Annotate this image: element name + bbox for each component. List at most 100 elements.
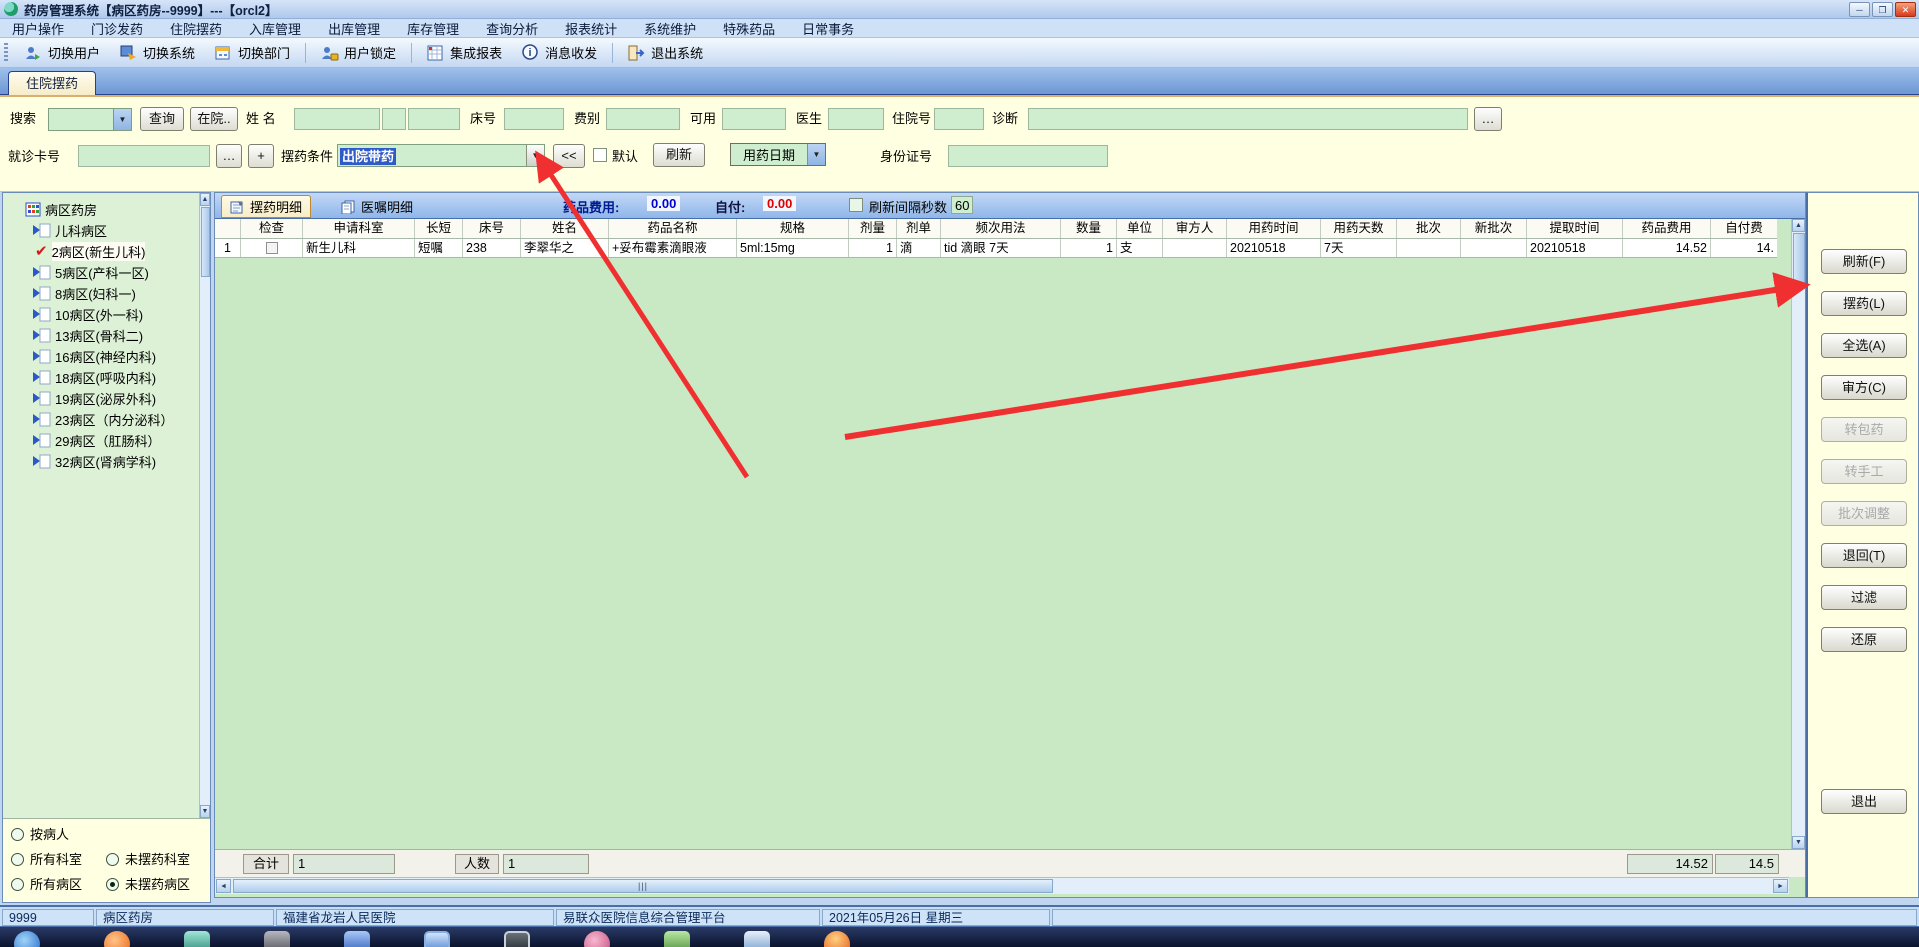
exit-button[interactable]: 退出 <box>1821 789 1907 814</box>
radio-all-wards[interactable] <box>11 878 24 891</box>
scroll-right-icon[interactable]: ► <box>1773 879 1788 893</box>
tab-dispense-detail[interactable]: 摆药明细 <box>221 195 312 218</box>
name-input-2[interactable] <box>382 108 406 130</box>
col-dose[interactable]: 剂量 <box>849 219 897 238</box>
tree-item-ward[interactable]: 32病区(肾病学科) <box>33 451 156 471</box>
menu-user-ops[interactable]: 用户操作 <box>12 19 64 38</box>
col-quantity[interactable]: 数量 <box>1061 219 1117 238</box>
col-reviewer[interactable]: 审方人 <box>1163 219 1227 238</box>
medication-date-arrow-icon[interactable]: ▼ <box>807 144 825 165</box>
diagnosis-input[interactable] <box>1028 108 1468 130</box>
dispense-button[interactable]: 摆药(L) <box>1821 291 1907 316</box>
collapse-button[interactable]: << <box>553 144 585 168</box>
horizontal-scrollbar[interactable]: ◄ ||| ► <box>215 877 1789 894</box>
radio-by-patient[interactable] <box>11 828 24 841</box>
col-new-batch[interactable]: 新批次 <box>1461 219 1527 238</box>
col-unit[interactable]: 单位 <box>1117 219 1163 238</box>
name-input-1[interactable] <box>294 108 380 130</box>
taskbar-icon[interactable] <box>584 931 610 947</box>
menu-inpatient-dispense[interactable]: 住院摆药 <box>170 19 222 38</box>
search-combo-arrow-icon[interactable]: ▼ <box>113 109 131 130</box>
col-frequency-usage[interactable]: 频次用法 <box>941 219 1061 238</box>
id-card-input[interactable] <box>948 145 1108 167</box>
dispense-condition-combo[interactable]: 出院带药 ▼ <box>337 144 545 167</box>
col-selfpay-fee[interactable]: 自付费 <box>1711 219 1777 238</box>
close-button[interactable]: ✕ <box>1895 2 1916 17</box>
menu-outbound[interactable]: 出库管理 <box>328 19 380 38</box>
taskbar-icon[interactable] <box>104 931 130 947</box>
menu-inbound[interactable]: 入库管理 <box>249 19 301 38</box>
message-button[interactable]: i 消息收发 <box>515 41 604 64</box>
tree-scroll-down-icon[interactable]: ▼ <box>200 805 210 818</box>
refresh-interval-value[interactable]: 60 <box>951 196 974 214</box>
taskbar-icon[interactable] <box>264 931 290 947</box>
menu-maintenance[interactable]: 系统维护 <box>644 19 696 38</box>
tree-item-ward[interactable]: 29病区（肛肠科） <box>33 430 160 450</box>
diagnosis-more-button[interactable]: … <box>1474 107 1502 131</box>
review-button[interactable]: 审方(C) <box>1821 375 1907 400</box>
tree-item-ward[interactable]: 儿科病区 <box>33 220 107 240</box>
name-input-3[interactable] <box>408 108 460 130</box>
tree-scrollbar[interactable]: ▲ ▼ <box>199 193 210 818</box>
col-dose-unit[interactable]: 剂单 <box>897 219 941 238</box>
vertical-scrollbar[interactable]: ▲ ▼ <box>1791 219 1805 849</box>
menu-query[interactable]: 查询分析 <box>486 19 538 38</box>
tree-item-ward[interactable]: 10病区(外一科) <box>33 304 143 324</box>
search-combo[interactable]: ▼ <box>48 108 132 131</box>
tree-item-ward[interactable]: 19病区(泌尿外科) <box>33 388 156 408</box>
tree-item-ward[interactable]: 16病区(神经内科) <box>33 346 156 366</box>
taskbar-icon[interactable] <box>344 931 370 947</box>
refresh-interval-checkbox[interactable] <box>849 198 863 212</box>
tree-item-ward-selected[interactable]: ✔ 2病区(新生儿科) <box>35 241 146 261</box>
horizontal-scroll-thumb[interactable]: ||| <box>233 879 1053 893</box>
switch-dept-button[interactable]: 切换部门 <box>208 41 297 64</box>
default-checkbox[interactable] <box>593 148 607 162</box>
col-name[interactable]: 姓名 <box>521 219 609 238</box>
vertical-scroll-thumb[interactable] <box>1793 233 1805 289</box>
menu-reports[interactable]: 报表统计 <box>565 19 617 38</box>
taskbar-icon[interactable] <box>424 931 450 947</box>
filter-button[interactable]: 过滤 <box>1821 585 1907 610</box>
taskbar-icon[interactable] <box>664 931 690 947</box>
scroll-left-icon[interactable]: ◄ <box>216 879 231 893</box>
taskbar-icon[interactable] <box>184 931 210 947</box>
tree-item-ward[interactable]: 18病区(呼吸内科) <box>33 367 156 387</box>
switch-system-button[interactable]: 切换系统 <box>113 41 202 64</box>
switch-user-button[interactable]: 切换用户 <box>18 41 107 64</box>
tree-item-ward[interactable]: 5病区(产科一区) <box>33 262 149 282</box>
maximize-button[interactable]: ❐ <box>1872 2 1893 17</box>
tab-inpatient-dispense[interactable]: 住院摆药 <box>8 71 96 95</box>
col-extract-time[interactable]: 提取时间 <box>1527 219 1623 238</box>
tree-item-ward[interactable]: 13病区(骨科二) <box>33 325 143 345</box>
col-check[interactable]: 检查 <box>241 219 303 238</box>
menu-inventory[interactable]: 库存管理 <box>407 19 459 38</box>
radio-all-depts[interactable] <box>11 853 24 866</box>
col-order-type[interactable]: 长短 <box>415 219 463 238</box>
col-request-dept[interactable]: 申请科室 <box>303 219 415 238</box>
col-drug-fee[interactable]: 药品费用 <box>1623 219 1711 238</box>
scroll-down-icon[interactable]: ▼ <box>1792 836 1805 849</box>
dispense-condition-arrow-icon[interactable]: ▼ <box>526 145 544 166</box>
taskbar-icon[interactable] <box>744 931 770 947</box>
available-input[interactable] <box>722 108 786 130</box>
col-drug-name[interactable]: 药品名称 <box>609 219 737 238</box>
fee-type-input[interactable] <box>606 108 680 130</box>
menu-outpatient-dispense[interactable]: 门诊发药 <box>91 19 143 38</box>
tree-scroll-up-icon[interactable]: ▲ <box>200 193 210 206</box>
tab-order-detail[interactable]: 医嘱明细 <box>333 195 421 218</box>
col-bed[interactable]: 床号 <box>463 219 521 238</box>
taskbar-start-icon[interactable] <box>14 931 40 947</box>
col-med-days[interactable]: 用药天数 <box>1321 219 1397 238</box>
visit-card-input[interactable] <box>78 145 210 167</box>
select-all-button[interactable]: 全选(A) <box>1821 333 1907 358</box>
integrated-report-button[interactable]: 集成报表 <box>420 41 509 64</box>
tree-item-root[interactable]: 病区药房 <box>25 199 97 219</box>
row-checkbox[interactable] <box>265 242 278 254</box>
card-ellipsis-button[interactable]: … <box>216 144 242 168</box>
dispense-table-row[interactable]: 1 新生儿科 短嘱 238 李翠华之 +妥布霉素滴眼液 5ml:15mg 1 滴… <box>215 239 1777 258</box>
admission-no-input[interactable] <box>934 108 984 130</box>
col-spec[interactable]: 规格 <box>737 219 849 238</box>
taskbar-icon[interactable] <box>824 931 850 947</box>
lock-user-button[interactable]: 用户锁定 <box>314 41 403 64</box>
tree-item-ward[interactable]: 8病区(妇科一) <box>33 283 136 303</box>
